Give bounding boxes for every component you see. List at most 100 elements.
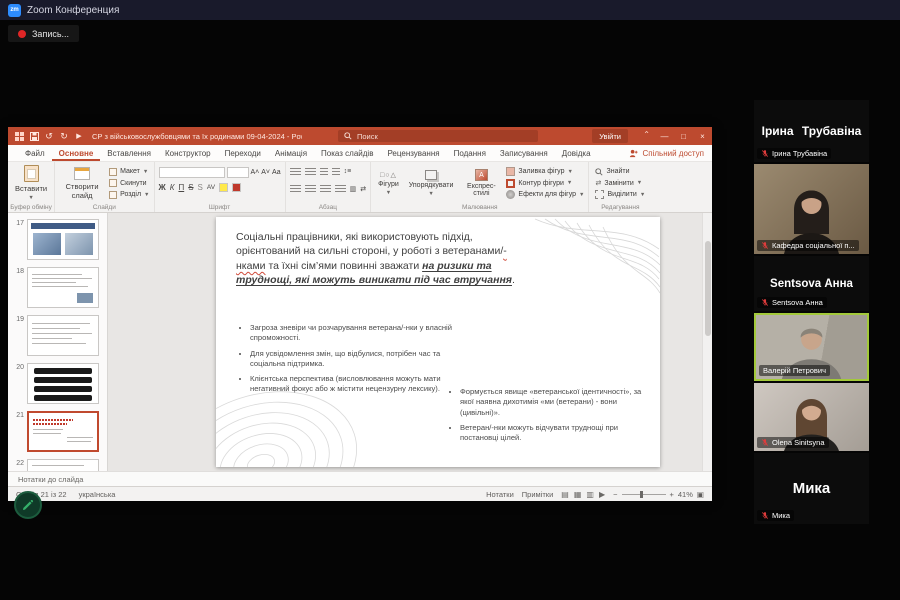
zoom-logo-icon: zm [8, 4, 21, 17]
shrink-font-icon[interactable]: A˅ [261, 169, 270, 176]
slideshow-view-icon[interactable]: ▶ [599, 490, 605, 499]
participant-tile-myka[interactable]: Мика Мика [754, 453, 869, 524]
text-direction-icon[interactable]: ⇄ [360, 185, 366, 193]
replace-button[interactable]: ⇄Замінити▼ [595, 178, 645, 189]
minimize-button[interactable]: — [655, 127, 674, 145]
present-icon[interactable]: ▶ [74, 131, 84, 141]
current-slide[interactable]: Соціальні працівники, які використовують… [216, 217, 660, 467]
reading-view-icon[interactable]: ▥ [586, 490, 594, 499]
shape-outline-button[interactable]: Контур фігури▼ [506, 178, 584, 189]
bold-icon[interactable]: Ж [159, 183, 166, 192]
columns-icon[interactable]: ▥ [350, 185, 357, 193]
zoom-slider[interactable] [622, 494, 666, 495]
tab-slideshow[interactable]: Показ слайдів [314, 145, 380, 161]
replace-icon: ⇄ [595, 179, 601, 187]
layout-button[interactable]: Макет▼ [109, 166, 149, 177]
notes-toggle[interactable]: Нотатки [486, 490, 514, 499]
line-spacing-icon[interactable]: ↕≡ [344, 168, 352, 175]
tab-review[interactable]: Рецензування [380, 145, 446, 161]
participant-tile-sentsova[interactable]: Sentsova Анна Sentsova Анна [754, 256, 869, 311]
change-case-icon[interactable]: Aa [272, 169, 281, 176]
redo-icon[interactable]: ↻ [59, 131, 69, 141]
thumbnail-row: 21 [8, 411, 107, 452]
slide-thumbnail-20[interactable] [27, 363, 99, 404]
italic-icon[interactable]: К [170, 183, 175, 192]
strikethrough-icon[interactable]: S [188, 183, 193, 192]
align-center-icon[interactable] [305, 185, 316, 193]
close-button[interactable]: × [693, 127, 712, 145]
section-button[interactable]: Розділ▼ [109, 189, 149, 200]
find-button[interactable]: Знайти [595, 166, 645, 177]
zoom-level: 41% [678, 490, 693, 499]
sign-in-button[interactable]: Увійти [592, 129, 628, 143]
tab-design[interactable]: Конструктор [158, 145, 218, 161]
slide-sorter-view-icon[interactable]: ▦ [574, 490, 582, 499]
mic-muted-icon [761, 149, 769, 158]
slide-thumbnail-18[interactable] [27, 267, 99, 308]
comments-toggle[interactable]: Примітки [522, 490, 553, 499]
slide-title-text[interactable]: Соціальні працівники, які використовують… [236, 230, 522, 288]
highlight-color-icon[interactable] [219, 183, 228, 192]
save-icon[interactable] [29, 131, 39, 141]
annotation-tool-button[interactable] [14, 491, 42, 519]
new-slide-button[interactable]: Створити слайд [59, 165, 105, 201]
arrange-button[interactable]: Упорядкувати ▼ [406, 165, 457, 201]
participant-tile-iryna[interactable]: Ірина Трубавіна Ірина Трубавіна [754, 100, 869, 162]
tab-file[interactable]: Файл [18, 145, 52, 161]
increase-indent-icon[interactable] [332, 168, 340, 176]
participant-tile-valerii-active-speaker[interactable]: Валерій Петрович [754, 313, 869, 381]
bullet-list-icon[interactable] [290, 168, 301, 176]
slide-thumbnail-21-active[interactable] [27, 411, 99, 452]
slide-thumbnail-19[interactable] [27, 315, 99, 356]
search-box[interactable]: Поиск [338, 130, 538, 142]
decrease-indent-icon[interactable] [320, 168, 328, 176]
slide-bullets-right[interactable]: Формується явище «ветеранської ідентично… [448, 387, 656, 448]
tab-recording[interactable]: Записування [493, 145, 555, 161]
reset-button[interactable]: Скинути [109, 178, 149, 189]
grow-font-icon[interactable]: A˄ [251, 169, 260, 176]
select-button[interactable]: Виділити▼ [595, 189, 645, 200]
tab-insert[interactable]: Вставлення [100, 145, 158, 161]
numbered-list-icon[interactable] [305, 168, 316, 176]
tab-home[interactable]: Основне [52, 145, 101, 161]
underline-icon[interactable]: П [178, 183, 184, 192]
justify-icon[interactable] [335, 185, 346, 193]
slide-thumbnail-22[interactable] [27, 459, 99, 471]
fit-to-window-icon[interactable]: ▣ [697, 490, 704, 499]
text-shadow-icon[interactable]: S [198, 183, 203, 192]
restore-button[interactable]: □ [674, 127, 693, 145]
language-indicator[interactable]: українська [79, 490, 116, 499]
vertical-scrollbar[interactable] [702, 213, 712, 471]
tab-help[interactable]: Довідка [555, 145, 598, 161]
quick-styles-button[interactable]: A Експрес-стилі [460, 165, 502, 201]
share-button[interactable]: Спільний доступ [629, 145, 704, 161]
slide-thumbnail-panel: 17 18 19 [8, 213, 108, 471]
zoom-in-icon[interactable]: + [670, 490, 674, 499]
notes-bar[interactable]: Нотатки до слайда [8, 471, 712, 486]
align-left-icon[interactable] [290, 185, 301, 193]
shape-outline-icon [506, 179, 515, 188]
tab-animations[interactable]: Анімація [268, 145, 314, 161]
app-icon[interactable] [14, 131, 24, 141]
slide-thumbnail-17[interactable] [27, 219, 99, 260]
char-spacing-icon[interactable]: AV [207, 184, 215, 191]
participant-tile-kafedra[interactable]: Кафедра соціальної п... [754, 164, 869, 254]
font-size-box[interactable] [227, 167, 249, 178]
ribbon-options-icon[interactable]: ⌃ [643, 130, 650, 139]
tab-view[interactable]: Подання [447, 145, 493, 161]
ribbon-group-editing: Знайти ⇄Замінити▼ Виділити▼ Редагування [589, 162, 651, 212]
shape-effects-button[interactable]: Ефекти для фігур▼ [506, 189, 584, 200]
shape-fill-button[interactable]: Заливка фігур▼ [506, 166, 584, 177]
font-color-icon[interactable] [232, 183, 241, 192]
zoom-out-icon[interactable]: − [613, 490, 617, 499]
participant-tile-olena[interactable]: Olena Sinitsyna [754, 383, 869, 451]
undo-icon[interactable]: ↺ [44, 131, 54, 141]
shapes-button[interactable]: □○△ Фігури ▼ [375, 165, 402, 201]
font-name-box[interactable] [159, 167, 225, 178]
recording-indicator[interactable]: Запись... [8, 25, 79, 42]
slide-bullets-left[interactable]: Загроза зневіри чи розчарування ветерана… [238, 323, 468, 400]
tab-transitions[interactable]: Переходи [218, 145, 268, 161]
paste-button[interactable]: Вставити ▼ [12, 165, 50, 201]
align-right-icon[interactable] [320, 185, 331, 193]
normal-view-icon[interactable]: ▤ [561, 490, 569, 499]
